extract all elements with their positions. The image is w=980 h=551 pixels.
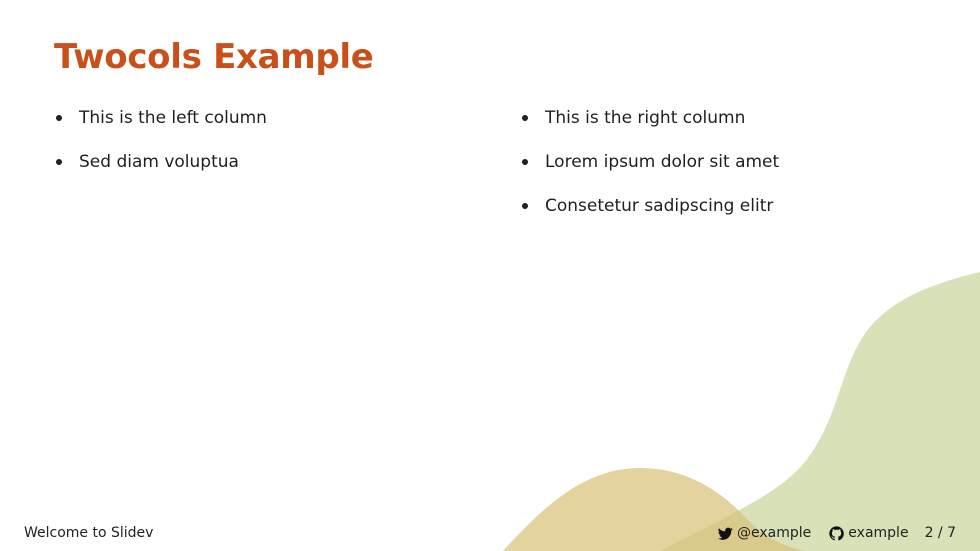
twitter-handle: @example <box>737 525 812 541</box>
footer-links: @example example 2 / 7 <box>718 525 956 541</box>
decorative-background-shapes <box>503 272 980 551</box>
slide: Twocols Example This is the left column … <box>0 0 980 551</box>
twitter-link[interactable]: @example <box>718 525 811 541</box>
list-item: Sed diam voluptua <box>54 148 267 192</box>
bullet-dot-icon <box>56 115 62 121</box>
list-item: Consetetur sadipscing elitr <box>520 192 779 236</box>
presentation-title: Welcome to Slidev <box>24 525 154 541</box>
page-indicator: 2 / 7 <box>924 525 956 541</box>
list-item: Lorem ipsum dolor sit amet <box>520 148 779 192</box>
twitter-icon <box>718 527 733 540</box>
left-column: This is the left column Sed diam voluptu… <box>54 104 267 192</box>
slide-title: Twocols Example <box>54 37 374 77</box>
list-item-text: This is the left column <box>79 108 267 128</box>
list-item-text: Consetetur sadipscing elitr <box>545 196 774 216</box>
list-item-text: Sed diam voluptua <box>79 152 239 172</box>
bullet-dot-icon <box>522 203 528 209</box>
bullet-dot-icon <box>56 159 62 165</box>
right-column: This is the right column Lorem ipsum dol… <box>520 104 779 236</box>
slide-footer: Welcome to Slidev @example example 2 / 7 <box>0 523 980 551</box>
right-bullet-list: This is the right column Lorem ipsum dol… <box>520 104 779 236</box>
list-item: This is the left column <box>54 104 267 148</box>
left-bullet-list: This is the left column Sed diam voluptu… <box>54 104 267 192</box>
bullet-dot-icon <box>522 159 528 165</box>
list-item: This is the right column <box>520 104 779 148</box>
list-item-text: Lorem ipsum dolor sit amet <box>545 152 780 172</box>
bullet-dot-icon <box>522 115 528 121</box>
github-handle: example <box>848 525 909 541</box>
github-link[interactable]: example <box>829 525 909 541</box>
github-icon <box>829 525 845 540</box>
list-item-text: This is the right column <box>545 108 746 128</box>
